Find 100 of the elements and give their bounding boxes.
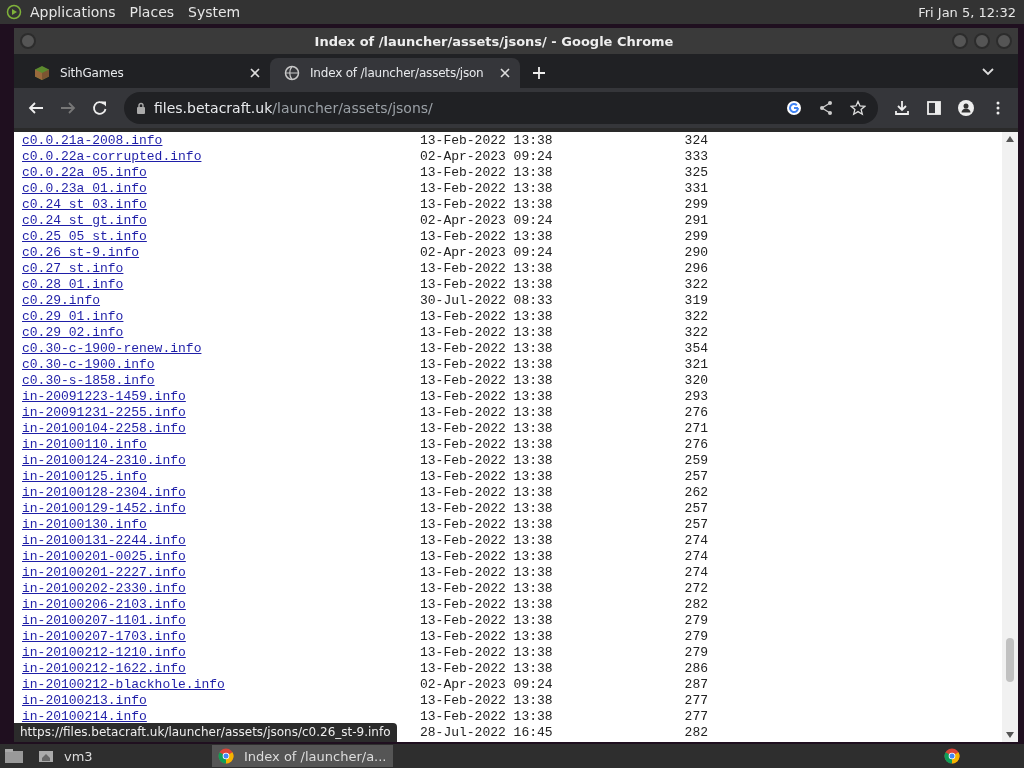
- scroll-thumb[interactable]: [1006, 638, 1014, 682]
- file-size: 331: [683, 181, 708, 197]
- scroll-down-icon[interactable]: [1006, 732, 1014, 738]
- file-link[interactable]: in-20100212-1622.info: [22, 661, 186, 676]
- file-link[interactable]: in-20100131-2244.info: [22, 533, 186, 548]
- file-link[interactable]: c0.30-c-1900-renew.info: [22, 341, 202, 356]
- file-link[interactable]: c0.27_st.info: [22, 261, 124, 276]
- chevron-down-icon[interactable]: [982, 68, 994, 76]
- file-date: 02-Apr-2023 09:24: [420, 213, 554, 229]
- cube-icon: [34, 65, 50, 81]
- file-date: 02-Apr-2023 09:24: [420, 245, 554, 261]
- file-date: 13-Feb-2022 13:38: [420, 421, 554, 437]
- panel-menu[interactable]: Places: [129, 4, 175, 20]
- file-link[interactable]: in-20100201-0025.info: [22, 549, 186, 564]
- reload-icon[interactable]: [92, 100, 108, 116]
- file-link[interactable]: in-20100104-2258.info: [22, 421, 186, 436]
- google-icon[interactable]: [786, 100, 802, 116]
- file-link[interactable]: in-20100202-2330.info: [22, 581, 186, 596]
- file-date: 13-Feb-2022 13:38: [420, 645, 554, 661]
- file-link[interactable]: in-20100207-1703.info: [22, 629, 186, 644]
- file-link[interactable]: in-20100207-1101.info: [22, 613, 186, 628]
- close-icon[interactable]: [250, 68, 260, 78]
- file-size: 324: [683, 133, 708, 149]
- file-link[interactable]: in-20100128-2304.info: [22, 485, 186, 500]
- file-size: 291: [683, 213, 708, 229]
- back-icon[interactable]: [28, 100, 44, 116]
- file-link[interactable]: c0.0.23a_01.info: [22, 181, 147, 196]
- file-link[interactable]: c0.0.22a_05.info: [22, 165, 147, 180]
- logo-icon[interactable]: [6, 4, 22, 20]
- file-size: 257: [683, 469, 708, 485]
- download-icon[interactable]: [894, 100, 910, 116]
- file-link[interactable]: in-20091223-1459.info: [22, 389, 186, 404]
- file-link[interactable]: in-20100124-2310.info: [22, 453, 186, 468]
- file-date: 28-Jul-2022 16:45: [420, 725, 554, 741]
- share-icon[interactable]: [818, 100, 834, 116]
- file-size: 274: [683, 565, 708, 581]
- browser-tab[interactable]: SithGames: [20, 58, 270, 88]
- file-link[interactable]: c0.29.info: [22, 293, 100, 308]
- file-date: 13-Feb-2022 13:38: [420, 405, 554, 421]
- scrollbar[interactable]: [1002, 132, 1018, 742]
- desktop-icon[interactable]: [4, 748, 24, 764]
- file-date: 13-Feb-2022 13:38: [420, 565, 554, 581]
- close-icon[interactable]: [500, 68, 510, 78]
- file-link[interactable]: c0.30-s-1858.info: [22, 373, 155, 388]
- file-link[interactable]: in-20100125.info: [22, 469, 147, 484]
- file-link[interactable]: in-20100201-2227.info: [22, 565, 186, 580]
- file-link[interactable]: c0.28_01.info: [22, 277, 124, 292]
- window-title: Index of /launcher/assets/jsons/ - Google Chrome: [313, 33, 675, 49]
- file-link[interactable]: in-20100129-1452.info: [22, 501, 186, 516]
- file-link[interactable]: c0.29_02.info: [22, 325, 124, 340]
- lock-icon[interactable]: [136, 102, 146, 114]
- file-size: 262: [683, 485, 708, 501]
- file-link[interactable]: c0.0.21a-2008.info: [22, 133, 163, 148]
- file-link[interactable]: c0.25_05_st.info: [22, 229, 147, 244]
- file-size: 293: [683, 389, 708, 405]
- file-size: 274: [683, 549, 708, 565]
- file-link[interactable]: c0.24_st_gt.info: [22, 213, 147, 228]
- file-link[interactable]: in-20100212-1210.info: [22, 645, 186, 660]
- file-date: 13-Feb-2022 13:38: [420, 133, 554, 149]
- file-link[interactable]: in-20100213.info: [22, 693, 147, 708]
- file-date: 13-Feb-2022 13:38: [420, 517, 554, 533]
- file-link[interactable]: in-20100130.info: [22, 517, 147, 532]
- file-size: 296: [683, 261, 708, 277]
- file-link[interactable]: c0.29_01.info: [22, 309, 124, 324]
- file-date: 13-Feb-2022 13:38: [420, 501, 554, 517]
- clock[interactable]: Fri Jan 5, 12:32: [918, 4, 1016, 20]
- file-link[interactable]: c0.24_st_03.info: [22, 197, 147, 212]
- taskbar-button[interactable]: vm3: [32, 745, 184, 767]
- file-link[interactable]: in-20091231-2255.info: [22, 405, 186, 420]
- file-size: 319: [683, 293, 708, 309]
- file-link[interactable]: c0.0.22a-corrupted.info: [22, 149, 202, 164]
- file-size: 286: [683, 661, 708, 677]
- taskbar-button[interactable]: Index of /launcher/a...: [212, 745, 393, 767]
- file-link[interactable]: in-20100206-2103.info: [22, 597, 186, 612]
- file-link[interactable]: in-20100214.info: [22, 709, 147, 724]
- file-date: 30-Jul-2022 08:33: [420, 293, 554, 309]
- file-size: 287: [683, 677, 708, 693]
- file-size: 272: [683, 581, 708, 597]
- file-date: 13-Feb-2022 13:38: [420, 709, 554, 725]
- file-date: 13-Feb-2022 13:38: [420, 277, 554, 293]
- profile-icon[interactable]: [958, 100, 974, 116]
- file-link[interactable]: in-20100212-blackhole.info: [22, 677, 225, 692]
- file-size: 257: [683, 501, 708, 517]
- file-size: 276: [683, 437, 708, 453]
- new-tab-icon[interactable]: [532, 66, 546, 80]
- side-panel-icon[interactable]: [926, 100, 942, 116]
- browser-tab[interactable]: Index of /launcher/assets/json: [270, 58, 520, 88]
- file-link[interactable]: c0.30-c-1900.info: [22, 357, 155, 372]
- scroll-up-icon[interactable]: [1006, 136, 1014, 142]
- star-icon[interactable]: [850, 100, 866, 116]
- file-link[interactable]: in-20100110.info: [22, 437, 147, 452]
- file-size: 277: [683, 693, 708, 709]
- file-date: 13-Feb-2022 13:38: [420, 597, 554, 613]
- forward-icon[interactable]: [60, 100, 76, 116]
- file-link[interactable]: c0.26_st-9.info: [22, 245, 140, 260]
- file-size: 354: [683, 341, 708, 357]
- panel-menu[interactable]: Applications: [30, 4, 116, 20]
- address-bar[interactable]: files.betacraft.uk/launcher/assets/jsons/: [124, 92, 878, 124]
- chrome-icon[interactable]: [944, 748, 960, 764]
- panel-menu[interactable]: System: [188, 4, 241, 20]
